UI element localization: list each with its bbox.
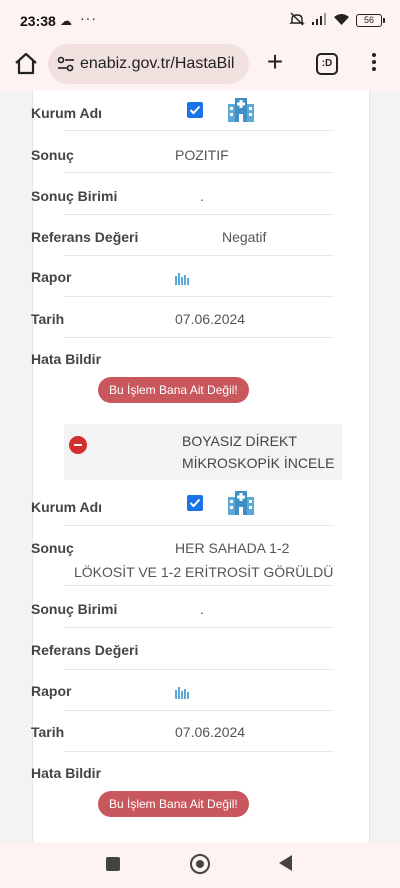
test-name: BOYASIZ DİREKT MİKROSKOPİK İNCELE <box>182 430 342 474</box>
more-notifications-icon: ··· <box>80 10 97 26</box>
system-nav-bar <box>0 842 400 888</box>
rapor-label-2: Rapor <box>31 683 72 699</box>
referans-value: Negatif <box>222 229 267 245</box>
tarih-value: 07.06.2024 <box>175 311 246 327</box>
report-chart-icon-2[interactable] <box>174 685 190 699</box>
row-rapor-2 <box>64 670 334 711</box>
sonuc-birimi-value: . <box>200 188 204 204</box>
new-tab-button[interactable]: + <box>262 48 288 76</box>
kurum-checkbox[interactable] <box>187 102 203 118</box>
tarih-label-2: Tarih <box>31 724 65 740</box>
sonuc-birimi-value-2: . <box>200 601 204 617</box>
tarih-value-2: 07.06.2024 <box>175 724 246 740</box>
url-text[interactable]: enabiz.gov.tr/HastaBil <box>80 55 242 73</box>
sonuc-label-2: Sonuç <box>31 540 74 556</box>
collapse-icon[interactable] <box>69 436 87 454</box>
browser-menu-button[interactable] <box>366 50 382 78</box>
cloud-icon: ☁ <box>60 14 72 28</box>
sonuc-birimi-label-2: Sonuç Birimi <box>31 601 118 617</box>
sonuc-value-2-line2: LÖKOSİT VE 1-2 ERİTROSİT GÖRÜLDÜ <box>74 564 334 580</box>
sonuc-birimi-label: Sonuç Birimi <box>31 188 118 204</box>
hata-bildir-label-2: Hata Bildir <box>31 765 102 781</box>
battery-icon: 56 <box>356 14 385 27</box>
referans-label: Referans Değeri <box>31 229 139 245</box>
rapor-label: Rapor <box>31 269 72 285</box>
kurum-adi-label: Kurum Adı <box>31 105 103 121</box>
status-icons: 56 <box>289 12 385 29</box>
hata-bildir-label: Hata Bildir <box>31 351 102 367</box>
referans-label-2: Referans Değeri <box>31 642 139 658</box>
report-chart-icon[interactable] <box>174 271 190 285</box>
recents-button[interactable] <box>106 857 120 871</box>
sonuc-value-2-line1: HER SAHADA 1-2 <box>175 540 290 556</box>
browser-toolbar: enabiz.gov.tr/HastaBil + :D <box>0 40 400 88</box>
signal-icon <box>311 12 327 29</box>
mute-icon <box>289 12 305 29</box>
test-name-line1: BOYASIZ DİREKT <box>182 433 297 449</box>
report-error-button-2[interactable]: Bu İşlem Bana Ait Değil! <box>98 791 249 817</box>
kurum-checkbox-2[interactable] <box>187 495 203 511</box>
tab-switcher-button[interactable]: :D <box>316 53 338 75</box>
home-button[interactable] <box>12 50 40 78</box>
hospital-building-icon-2[interactable] <box>227 488 255 516</box>
check-icon <box>189 105 201 115</box>
row-rapor <box>64 256 334 297</box>
status-bar: 23:38 ☁ ··· 56 <box>0 0 400 40</box>
home-nav-button[interactable] <box>190 854 210 874</box>
site-settings-icon[interactable] <box>57 56 75 72</box>
test-name-line2: MİKROSKOPİK İNCELE <box>182 455 335 471</box>
back-button[interactable] <box>279 855 292 871</box>
hospital-building-icon[interactable] <box>227 95 255 123</box>
sonuc-label: Sonuç <box>31 147 74 163</box>
sonuc-value: POZITIF <box>175 147 229 163</box>
kurum-adi-label-2: Kurum Adı <box>31 499 103 515</box>
wifi-icon <box>333 13 350 29</box>
report-error-button[interactable]: Bu İşlem Bana Ait Değil! <box>98 377 249 403</box>
page-viewport: Kurum Adı Sonuç POZITIF Sonuç Birimi . R… <box>0 90 400 842</box>
address-bar[interactable]: enabiz.gov.tr/HastaBil <box>48 44 249 84</box>
status-time: 23:38 <box>20 13 56 29</box>
check-icon <box>189 498 201 508</box>
tarih-label: Tarih <box>31 311 65 327</box>
home-icon <box>15 52 37 75</box>
